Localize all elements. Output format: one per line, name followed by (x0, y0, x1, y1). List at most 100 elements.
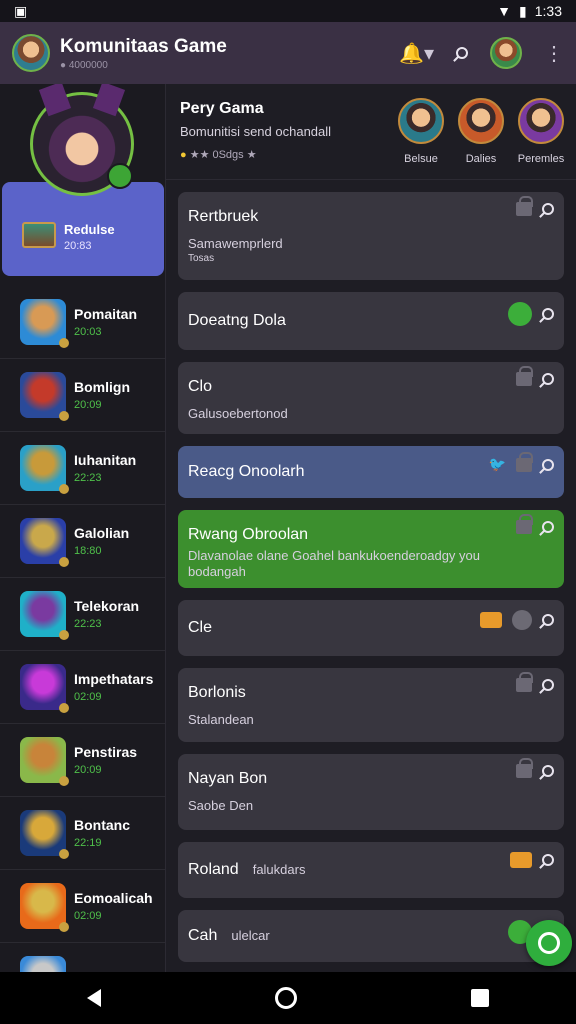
member[interactable]: Peremles (516, 98, 566, 165)
game-list: Pomaitan 20:03 Bomlign 20:09 Iuhanitan 22:23 G… (0, 286, 165, 972)
game-time: 22:23 (74, 618, 102, 630)
game-row[interactable]: Narentek (0, 943, 165, 972)
profile-avatar[interactable] (30, 84, 134, 196)
game-row[interactable]: Impethatars 02:09 (0, 651, 165, 724)
search-icon[interactable] (542, 203, 554, 215)
game-row[interactable]: Galolian 18:80 (0, 505, 165, 578)
home-icon[interactable] (275, 987, 297, 1009)
game-row[interactable]: Eomoalicah 02:09 (0, 870, 165, 943)
game-thumbnail (20, 299, 69, 348)
search-icon[interactable] (542, 765, 554, 777)
game-row[interactable]: Pomaitan 20:03 (0, 286, 165, 359)
game-name: Pomaitan (74, 306, 138, 322)
new-chat-button[interactable] (526, 920, 572, 966)
lock-icon (516, 451, 533, 472)
room-card[interactable]: Cle (178, 600, 564, 656)
room-card[interactable]: Clo Galusoebertonod (178, 362, 564, 434)
user-avatar[interactable] (490, 37, 522, 69)
community-avatar[interactable] (12, 34, 50, 72)
coin-icon: ● (180, 149, 190, 161)
lock-icon (516, 758, 533, 778)
search-icon[interactable] (542, 854, 554, 866)
lock-icon (516, 672, 533, 692)
room-card[interactable]: Rertbruek Samawemprlerd Tosas (178, 192, 564, 280)
room-card[interactable]: Nayan Bon Saobe Den (178, 754, 564, 830)
room-name: Roland falukdars (188, 861, 306, 878)
game-status-icon (59, 776, 69, 786)
game-row[interactable]: Iuhanitan 22:23 (0, 432, 165, 505)
game-name: Iuhanitan (74, 452, 137, 468)
game-name: Impethatars (74, 671, 154, 687)
room-card[interactable]: Roland falukdars (178, 842, 564, 898)
game-time: 18:80 (74, 545, 102, 557)
room-card[interactable]: Doeatng Dola (178, 292, 564, 350)
room-preview: Dlavanolae olane Goahel bankukoenderoadg… (188, 548, 480, 579)
game-thumbnail (20, 445, 69, 494)
game-time: 22:19 (74, 837, 102, 849)
search-icon[interactable] (542, 521, 554, 533)
wifi-icon: ▼ (497, 3, 512, 19)
item-icon (510, 852, 532, 868)
room-name: Doeatng Dola (188, 312, 286, 329)
game-name: Eomoalicah (74, 890, 153, 906)
game-time: 20:03 (74, 326, 102, 338)
online-icon (508, 302, 532, 326)
game-status-icon (59, 849, 69, 859)
room-card[interactable]: Rwang Obroolan Dlavanolae olane Goahel ba… (178, 510, 564, 588)
game-status-icon (59, 557, 69, 567)
room-card[interactable]: Reacg Onoolarh 🐦 (178, 446, 564, 498)
game-thumbnail (20, 591, 69, 640)
profile-card[interactable]: Redulse 20:83 (2, 182, 164, 276)
member[interactable]: Belsue (396, 98, 446, 165)
search-icon[interactable] (456, 47, 468, 59)
room-name: Cah ulelcar (188, 927, 270, 944)
more-vertical-icon[interactable]: ⋮ (544, 41, 564, 66)
member[interactable]: Dalies (456, 98, 506, 165)
app-bar: Komunitaas Game ● 4000000 🔔▾ ⋮ (0, 22, 576, 84)
game-row[interactable]: Penstiras 20:09 (0, 724, 165, 797)
group-description: Bomunitisi send ochandall (180, 124, 332, 139)
search-icon[interactable] (542, 679, 554, 691)
lock-icon (516, 196, 533, 216)
game-thumbnail (20, 664, 69, 713)
game-name: Bomlign (74, 379, 130, 395)
back-icon[interactable] (87, 989, 101, 1007)
game-name: Telekoran (74, 598, 140, 614)
room-preview: Stalandean (188, 712, 254, 727)
search-icon[interactable] (542, 614, 554, 626)
lock-icon (516, 366, 533, 386)
room-card[interactable]: Borlonis Stalandean (178, 668, 564, 742)
game-thumbnail (20, 810, 69, 859)
search-icon[interactable] (542, 458, 554, 471)
room-preview: falukdars (252, 862, 306, 877)
game-row[interactable]: Telekoran 22:23 (0, 578, 165, 651)
main-panel: Pery Gama Bomunitisi send ochandall ● ★★… (166, 84, 576, 972)
member-avatar (398, 98, 444, 144)
recents-icon[interactable] (471, 989, 489, 1007)
game-thumbnail (20, 518, 69, 567)
chat-bubble-icon (538, 932, 560, 954)
room-card[interactable]: Cah ulelcar (178, 910, 564, 962)
game-row[interactable]: Bomlign 20:09 (0, 359, 165, 432)
bird-icon: 🐦 (488, 456, 506, 472)
room-name: Nayan Bon (188, 770, 268, 787)
status-bar: ▣ ▼ ▮ 1:33 (0, 0, 576, 22)
search-icon[interactable] (542, 308, 554, 320)
member-avatar (518, 98, 564, 144)
game-time: 22:23 (74, 472, 102, 484)
online-badge-icon (107, 163, 133, 189)
room-name: Rertbruek (188, 208, 259, 225)
search-icon[interactable] (542, 373, 554, 385)
chest-icon (22, 222, 56, 248)
room-preview: Samawemprlerd (188, 236, 283, 251)
room-name: Rwang Obroolan (188, 526, 309, 543)
game-time: 20:09 (74, 764, 102, 776)
sidebar: Redulse 20:83 Pomaitan 20:03 Bomlign 20:09 I… (0, 84, 166, 972)
game-row[interactable]: Bontanc 22:19 (0, 797, 165, 870)
game-status-icon (59, 338, 69, 348)
member-label: Belsue (404, 153, 438, 165)
bell-icon[interactable]: 🔔▾ (399, 41, 434, 66)
group-meta: ● ★★ 0Sdgs ★ (180, 149, 257, 161)
game-status-icon (59, 703, 69, 713)
room-list: Rertbruek Samawemprlerd Tosas Doeatng Dola C… (178, 192, 564, 972)
